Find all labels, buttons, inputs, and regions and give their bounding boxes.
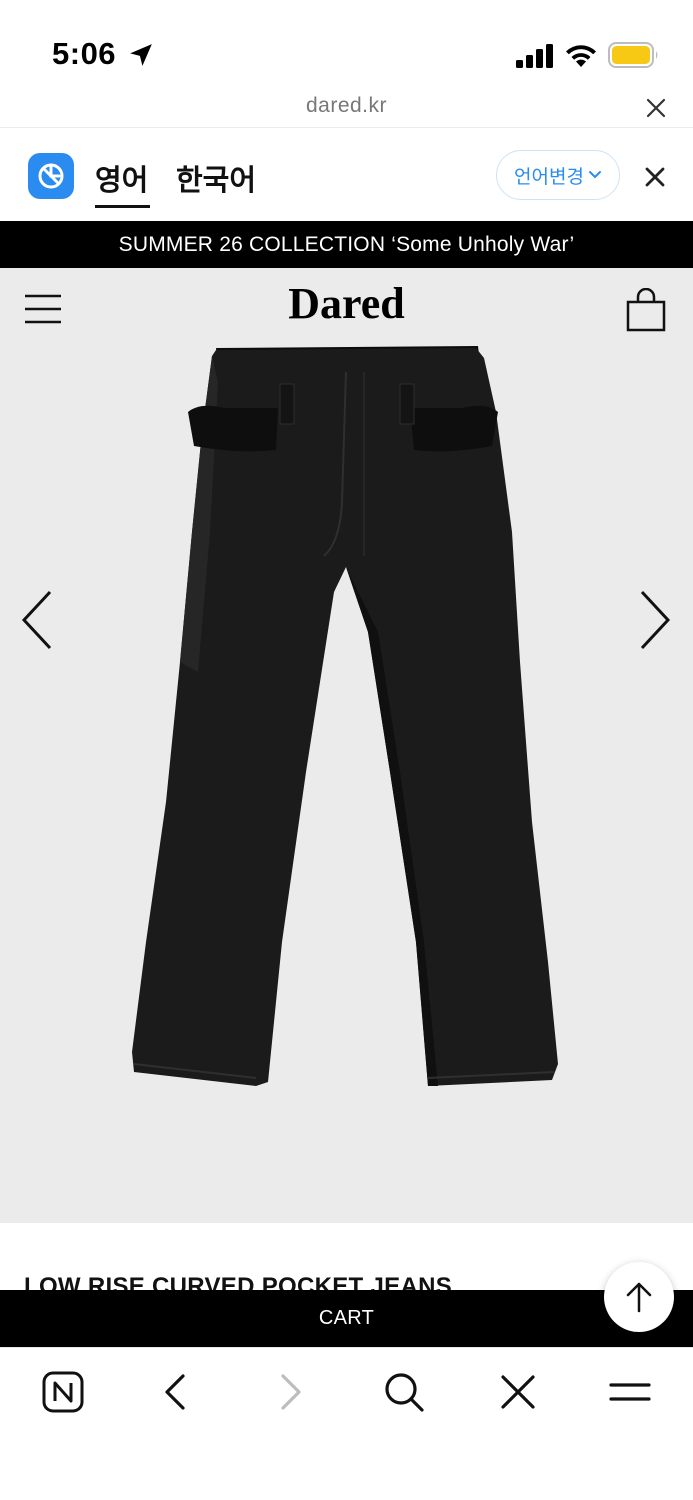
cart-label: CART xyxy=(318,1307,375,1329)
menu-icon[interactable] xyxy=(608,1370,652,1414)
cellular-signal-icon xyxy=(516,44,553,68)
chevron-down-icon xyxy=(588,171,601,179)
previous-image-arrow-icon[interactable] xyxy=(18,588,58,652)
search-icon[interactable] xyxy=(382,1370,426,1414)
url-domain: dared.kr xyxy=(305,94,388,117)
status-bar: 5:06 xyxy=(0,0,693,90)
translate-logo-icon xyxy=(28,153,74,199)
product-info: LOW RISE CURVED POCKET JEANS xyxy=(0,1223,693,1290)
tab-korean[interactable]: 한국어 xyxy=(176,157,256,199)
change-language-label: 언어변경 xyxy=(514,166,584,188)
status-time: 5:06 xyxy=(52,36,117,71)
back-icon[interactable] xyxy=(154,1370,198,1414)
scroll-to-top-button[interactable] xyxy=(604,1262,674,1332)
active-tab-indicator xyxy=(95,205,150,208)
battery-icon xyxy=(608,42,658,68)
brand-logo[interactable]: Dared xyxy=(0,278,693,329)
next-image-arrow-icon[interactable] xyxy=(634,588,674,652)
cart-button[interactable]: CART xyxy=(0,1290,693,1347)
naver-n-icon[interactable] xyxy=(41,1370,85,1414)
tab-english[interactable]: 영어 xyxy=(95,157,148,199)
browser-toolbar xyxy=(0,1347,693,1500)
forward-icon xyxy=(281,1374,301,1410)
change-language-button[interactable]: 언어변경 xyxy=(496,150,620,200)
product-image-carousel[interactable]: Dared xyxy=(0,268,693,1223)
arrow-up-icon xyxy=(626,1282,652,1313)
close-icon[interactable] xyxy=(496,1370,540,1414)
close-translate-icon[interactable] xyxy=(644,166,666,188)
wifi-icon xyxy=(566,45,596,67)
announcement-text: SUMMER 26 COLLECTION ‘Some Unholy War’ xyxy=(118,232,575,256)
product-jeans-image xyxy=(132,346,558,1086)
announcement-bar[interactable]: SUMMER 26 COLLECTION ‘Some Unholy War’ xyxy=(0,221,693,268)
location-arrow-icon xyxy=(130,44,152,66)
translate-bar: 영어 한국어 언어변경 xyxy=(0,129,693,221)
url-bar[interactable]: dared.kr xyxy=(0,90,693,128)
close-icon[interactable] xyxy=(645,97,667,119)
product-title: LOW RISE CURVED POCKET JEANS xyxy=(24,1273,453,1290)
shopping-bag-icon[interactable] xyxy=(626,288,666,332)
